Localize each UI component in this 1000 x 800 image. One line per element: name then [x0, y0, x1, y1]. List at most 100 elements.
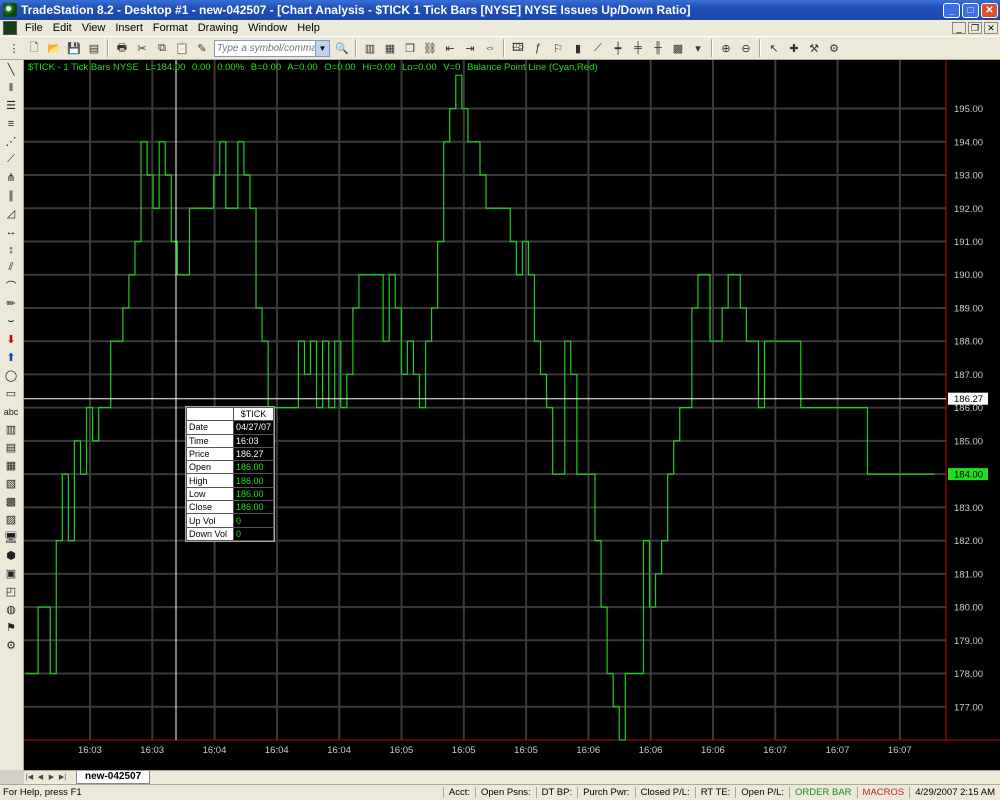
chart-setup-icon[interactable]: ⚙: [825, 39, 843, 57]
cut-icon[interactable]: ✂: [133, 39, 151, 57]
strategy-icon[interactable]: ⚑: [0, 619, 22, 636]
scanner-icon[interactable]: 🖥: [0, 529, 22, 546]
zoom-in-icon[interactable]: ⊕: [717, 39, 735, 57]
insert-indicator-icon[interactable]: ƒ: [529, 39, 547, 57]
format-icon[interactable]: ✎: [193, 39, 211, 57]
bar-style-icon[interactable]: ┿: [609, 39, 627, 57]
last-price-label: 184.00: [954, 470, 983, 481]
tab-new-042507[interactable]: new-042507: [76, 771, 151, 784]
paste-icon[interactable]: 📋: [173, 39, 191, 57]
crosshair-icon[interactable]: ✚: [785, 39, 803, 57]
quotes-icon[interactable]: ▧: [0, 475, 22, 492]
prev-tab-icon[interactable]: ◀: [35, 773, 46, 783]
news-icon[interactable]: ▩: [0, 493, 22, 510]
print-icon[interactable]: 🖶: [113, 39, 131, 57]
maximize-button[interactable]: □: [962, 2, 979, 18]
parallel-lines-icon[interactable]: ∥: [0, 187, 22, 204]
minimize-button[interactable]: _: [943, 2, 960, 18]
chart-canvas[interactable]: 177.00 178.00 179.00 180.00 181.00 182.00 183.…: [24, 60, 1000, 770]
symbol-dropdown-icon[interactable]: ▼: [315, 40, 329, 56]
menu-edit[interactable]: Edit: [48, 22, 77, 34]
scroll-left-icon[interactable]: ⇤: [441, 39, 459, 57]
channel-icon[interactable]: ⫽: [0, 259, 22, 276]
symbol-input-box[interactable]: ▼: [214, 39, 330, 57]
menu-file[interactable]: File: [20, 22, 48, 34]
hlc-bar-icon[interactable]: ╪: [629, 39, 647, 57]
hot-lists-icon[interactable]: ◰: [0, 583, 22, 600]
scroll-right-icon[interactable]: ⇥: [461, 39, 479, 57]
next-tab-icon[interactable]: ▶: [46, 773, 57, 783]
bar-chart-icon[interactable]: ▥: [361, 39, 379, 57]
trade-bar-icon[interactable]: ▥: [0, 421, 22, 438]
horizontal-line-icon[interactable]: ↔: [0, 223, 22, 240]
format-symbol-icon[interactable]: 🖽: [509, 39, 527, 57]
symbol-lookup-icon[interactable]: 🔍: [333, 39, 351, 57]
pointer-icon[interactable]: ↖: [765, 39, 783, 57]
new-file-icon[interactable]: 🗋: [25, 39, 43, 57]
menu-format[interactable]: Format: [148, 22, 193, 34]
last-tab-icon[interactable]: ▶|: [57, 773, 68, 783]
portfolio-icon[interactable]: ▣: [0, 565, 22, 582]
down-arrow-icon[interactable]: ⬇: [0, 331, 22, 348]
fibonacci-icon[interactable]: ◿: [0, 205, 22, 222]
datetime-label: 4/29/2007 2:15 AM: [909, 787, 1000, 798]
chart-window-icon[interactable]: [3, 21, 17, 35]
menu-help[interactable]: Help: [292, 22, 325, 34]
chart-window[interactable]: 177.00 178.00 179.00 180.00 181.00 182.00 183.…: [24, 60, 1000, 770]
order-bar-indicator[interactable]: ORDER BAR: [789, 787, 856, 798]
mdi-close-button[interactable]: ✕: [984, 22, 998, 34]
gann-fan-icon[interactable]: ⟋: [0, 151, 22, 168]
tools-icon[interactable]: ⚒: [805, 39, 823, 57]
text-icon[interactable]: abc: [0, 403, 22, 420]
regression-icon[interactable]: ≡: [0, 115, 22, 132]
open-folder-icon[interactable]: 📂: [45, 39, 63, 57]
arc-icon[interactable]: ⌒: [0, 277, 22, 294]
andrews-pitchfork-icon[interactable]: ⋔: [0, 169, 22, 186]
symbol-input[interactable]: [215, 42, 315, 54]
dropdown-arrow-icon[interactable]: ▾: [689, 39, 707, 57]
window-tile-icon[interactable]: ▦: [381, 39, 399, 57]
curve-icon[interactable]: ⌣: [0, 313, 22, 330]
data-label: Down Vol: [186, 526, 234, 541]
pct-change: 0.00%: [217, 62, 245, 73]
radar-screen-icon[interactable]: ▤: [0, 439, 22, 456]
window-cascade-icon[interactable]: ❐: [401, 39, 419, 57]
menu-view[interactable]: View: [77, 22, 111, 34]
ellipse-icon[interactable]: ◯: [0, 367, 22, 384]
save-icon[interactable]: 💾: [65, 39, 83, 57]
time-sales-icon[interactable]: ▨: [0, 511, 22, 528]
ohlc-bar-icon[interactable]: ╫: [649, 39, 667, 57]
menu-insert[interactable]: Insert: [110, 22, 148, 34]
vertical-lines-icon[interactable]: ‖: [0, 79, 22, 96]
up-arrow-icon[interactable]: ⬆: [0, 349, 22, 366]
pencil-icon[interactable]: ✏: [0, 295, 22, 312]
menu-drawing[interactable]: Drawing: [193, 22, 243, 34]
copy-icon[interactable]: ⧉: [153, 39, 171, 57]
horizontal-lines-icon[interactable]: ☰: [0, 97, 22, 114]
compress-icon[interactable]: ⇔: [481, 39, 499, 57]
menu-window[interactable]: Window: [243, 22, 292, 34]
zoom-out-icon[interactable]: ⊖: [737, 39, 755, 57]
close-button[interactable]: ✕: [981, 2, 998, 18]
first-tab-icon[interactable]: |◀: [24, 773, 35, 783]
link-icon[interactable]: ⛓: [421, 39, 439, 57]
x-tick-label: 16:06: [576, 745, 600, 756]
speed-lines-icon[interactable]: ⋰: [0, 133, 22, 150]
save-all-icon[interactable]: ▤: [85, 39, 103, 57]
mdi-minimize-button[interactable]: _: [952, 22, 966, 34]
data-tips-icon[interactable]: ▩: [669, 39, 687, 57]
options-icon[interactable]: ⬢: [0, 547, 22, 564]
trendline-icon[interactable]: ╲: [0, 61, 22, 78]
volume-value: V=0: [443, 62, 461, 73]
easylanguage-icon[interactable]: ⚙: [0, 637, 22, 654]
macros-indicator[interactable]: MACROS: [856, 787, 910, 798]
rectangle-icon[interactable]: ▭: [0, 385, 22, 402]
line-chart-icon[interactable]: ⟋: [589, 39, 607, 57]
globe-icon[interactable]: ◍: [0, 601, 22, 618]
insert-strategy-icon[interactable]: ⚐: [549, 39, 567, 57]
purchase-power-label: Purch Pwr:: [577, 787, 634, 798]
mdi-restore-button[interactable]: ❐: [968, 22, 982, 34]
matrix-icon[interactable]: ▦: [0, 457, 22, 474]
vertical-line-icon[interactable]: ↕: [0, 241, 22, 258]
candlestick-icon[interactable]: ▮: [569, 39, 587, 57]
